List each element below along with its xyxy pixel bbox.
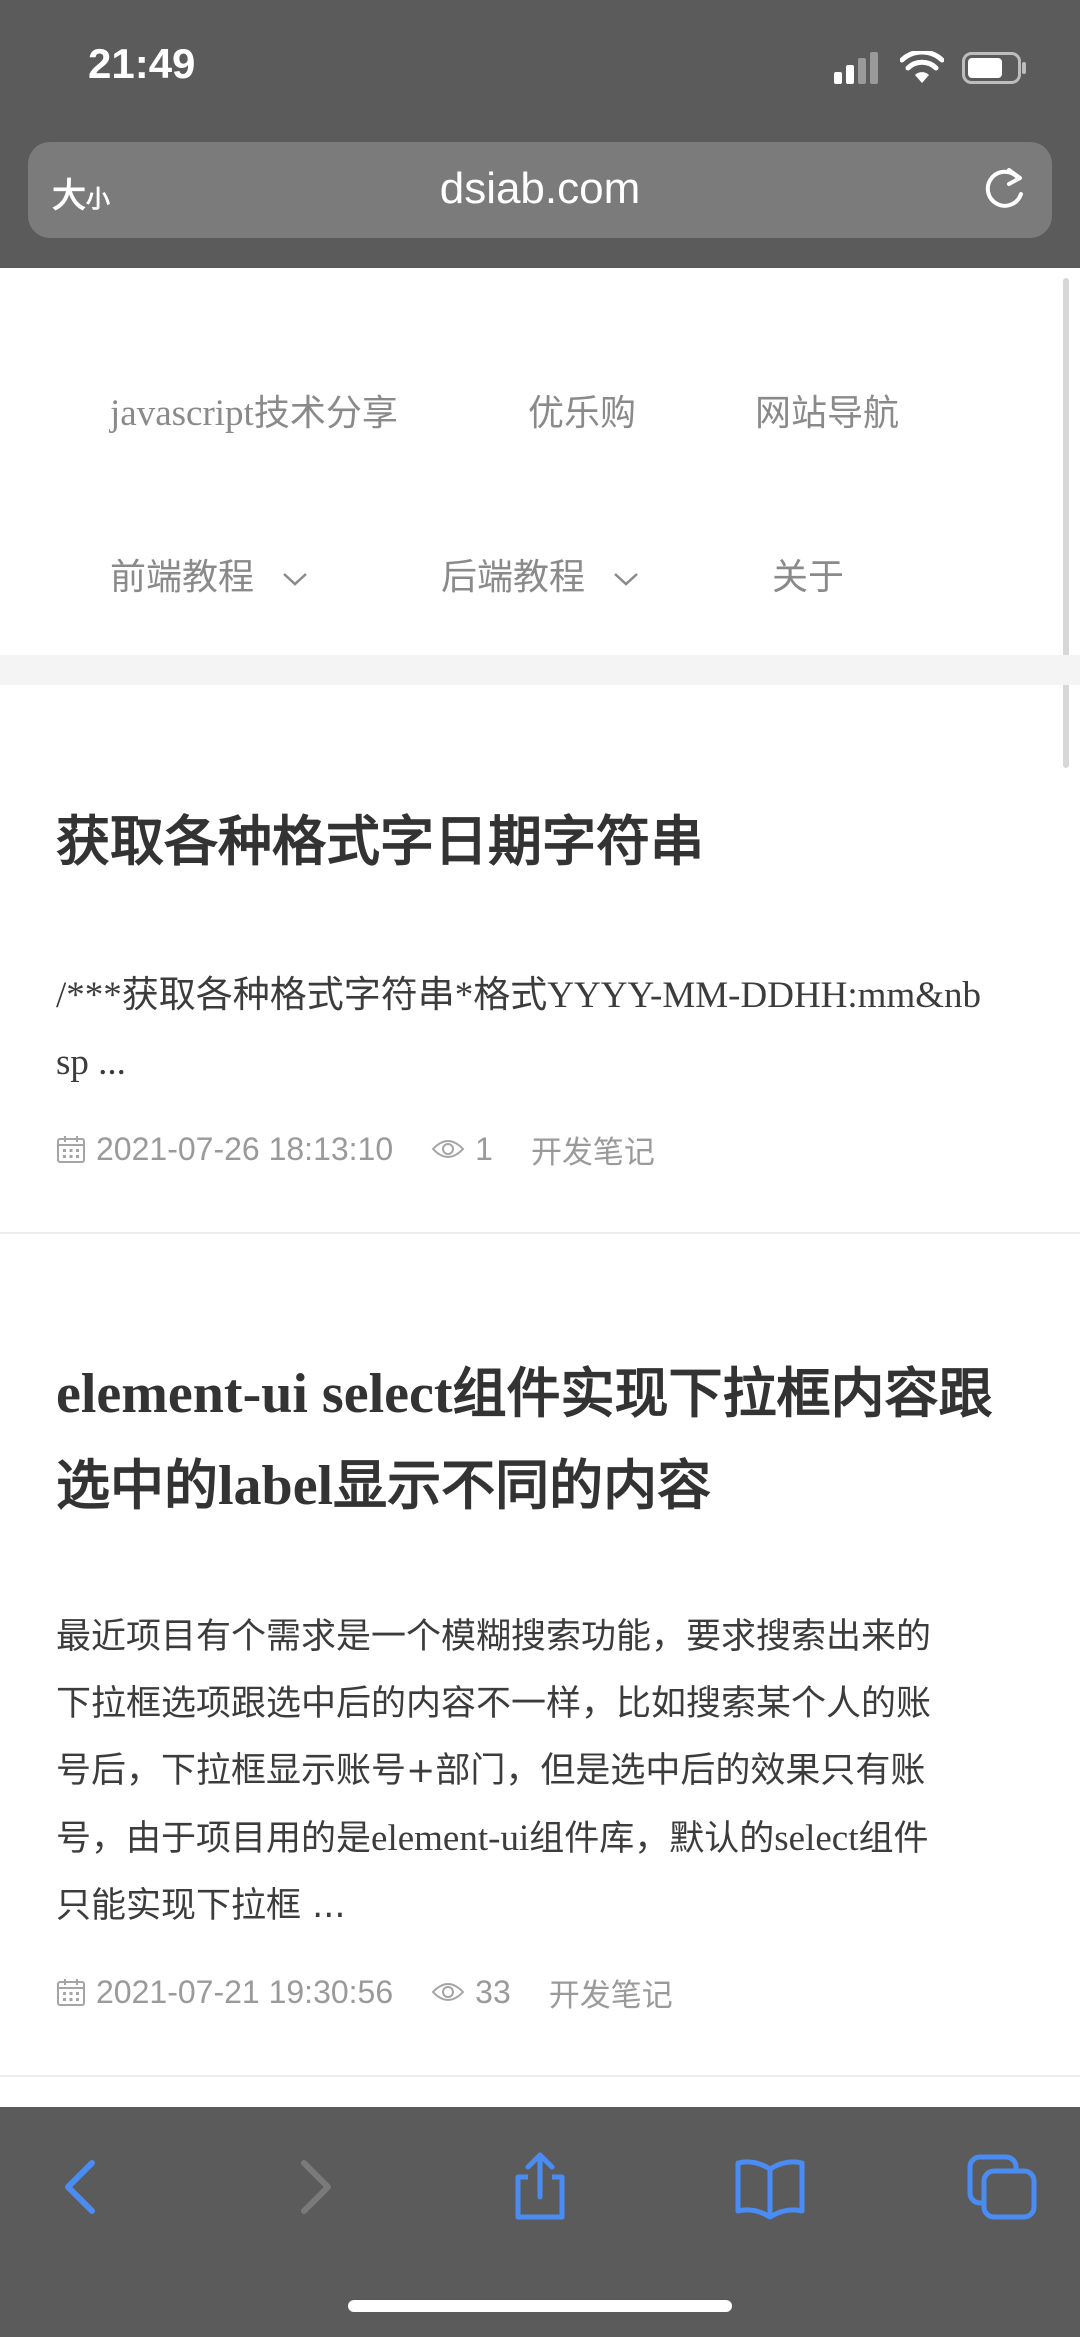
nav-item-site-nav[interactable]: 网站导航 <box>755 384 899 436</box>
nav-separator <box>0 655 1080 685</box>
cellular-signal-icon <box>834 52 878 84</box>
battery-icon <box>962 52 1026 84</box>
browser-top-chrome: 21:49 大小 dsiab.com <box>0 0 1080 268</box>
article-excerpt: /***获取各种格式字符串*格式YYYY-MM-DDHH:mm&nb sp ..… <box>56 975 981 1083</box>
site-nav-row-1: javascript技术分享 优乐购 网站导航 <box>0 366 1080 446</box>
share-icon[interactable] <box>500 2147 580 2227</box>
address-bar[interactable]: 大小 dsiab.com <box>28 142 1052 238</box>
nav-item-js-share[interactable]: javascript技术分享 <box>110 384 398 436</box>
tabs-icon[interactable] <box>962 2147 1042 2227</box>
status-time: 21:49 <box>88 40 196 87</box>
article-views: 33 <box>475 1973 511 2010</box>
site-nav-row-2: 前端教程 后端教程 关于 <box>0 530 1080 610</box>
article-title[interactable]: element-ui select组件实现下拉框内容跟 选中的label显示不同… <box>56 1348 1036 1532</box>
article-meta: 2021-07-26 18:13:10 1 开发笔记 <box>56 1127 655 1171</box>
article-divider <box>0 2075 1080 2077</box>
bookmarks-icon[interactable] <box>730 2147 810 2227</box>
forward-icon[interactable] <box>274 2147 354 2227</box>
nav-item-frontend[interactable]: 前端教程 <box>110 548 308 600</box>
article-excerpt: 最近项目有个需求是一个模糊搜索功能，要求搜索出来的 下拉框选项跟选中后的内容不一… <box>56 1617 932 1926</box>
eye-icon <box>431 1140 465 1158</box>
calendar-icon <box>57 1136 85 1163</box>
article-title[interactable]: 获取各种格式字日期字符串 <box>56 796 1036 888</box>
chevron-down-icon <box>283 573 307 586</box>
page-scrollbar[interactable] <box>1063 278 1069 768</box>
article-meta: 2021-07-21 19:30:56 33 开发笔记 <box>56 1970 673 2014</box>
back-icon[interactable] <box>42 2147 122 2227</box>
article-date: 2021-07-21 19:30:56 <box>96 1973 394 2010</box>
status-icons <box>834 48 1028 88</box>
chevron-down-icon <box>614 573 638 586</box>
url-text[interactable]: dsiab.com <box>28 164 1052 214</box>
article-category[interactable]: 开发笔记 <box>549 1970 673 2015</box>
calendar-icon <box>57 1979 85 2006</box>
nav-item-backend[interactable]: 后端教程 <box>441 548 639 600</box>
article-date: 2021-07-26 18:13:10 <box>96 1130 394 1167</box>
eye-icon <box>431 1983 465 2001</box>
nav-item-youlegou[interactable]: 优乐购 <box>528 384 636 436</box>
home-indicator[interactable] <box>348 2300 732 2312</box>
article-divider <box>0 1232 1080 1234</box>
nav-item-about[interactable]: 关于 <box>772 548 844 600</box>
article-category[interactable]: 开发笔记 <box>531 1127 655 1172</box>
article-views: 1 <box>475 1130 493 1167</box>
reload-icon[interactable] <box>978 164 1030 216</box>
wifi-icon <box>900 51 944 83</box>
